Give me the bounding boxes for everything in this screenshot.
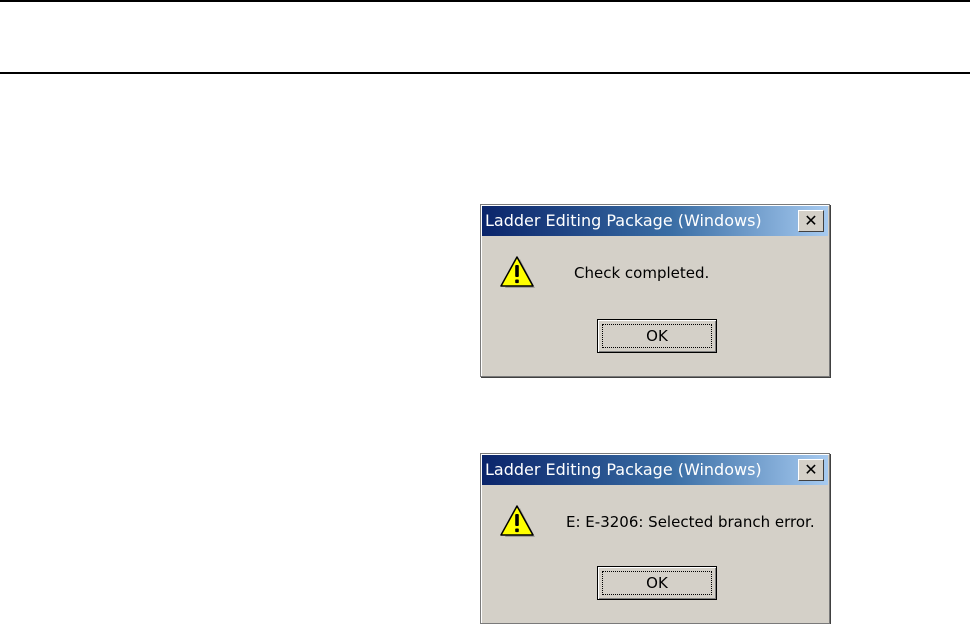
page: Ladder Editing Package (Windows) ✕ Check… (0, 0, 970, 624)
dialog-titlebar[interactable]: Ladder Editing Package (Windows) ✕ (482, 455, 828, 485)
message-dialog-branch-error: Ladder Editing Package (Windows) ✕ E: E-… (480, 453, 830, 624)
dialog-title: Ladder Editing Package (Windows) (485, 211, 762, 230)
dialog-title: Ladder Editing Package (Windows) (485, 460, 762, 479)
ok-button[interactable]: OK (597, 566, 717, 600)
close-button[interactable]: ✕ (798, 210, 824, 232)
top-rule (0, 0, 970, 2)
close-button[interactable]: ✕ (798, 459, 824, 481)
warning-icon (500, 505, 535, 537)
ok-button-label: OK (646, 574, 668, 592)
focus-rect: OK (602, 571, 712, 595)
warning-icon (500, 256, 535, 288)
dialog-message: E: E-3206: Selected branch error. (566, 513, 815, 531)
focus-rect: OK (602, 324, 712, 348)
dialog-titlebar[interactable]: Ladder Editing Package (Windows) ✕ (482, 206, 828, 236)
dialog-message: Check completed. (574, 264, 710, 282)
message-dialog-check-completed: Ladder Editing Package (Windows) ✕ Check… (480, 204, 830, 377)
section-rule (0, 72, 970, 74)
ok-button-label: OK (646, 327, 668, 345)
ok-button[interactable]: OK (597, 319, 717, 353)
close-icon: ✕ (804, 211, 818, 230)
close-icon: ✕ (804, 460, 818, 479)
